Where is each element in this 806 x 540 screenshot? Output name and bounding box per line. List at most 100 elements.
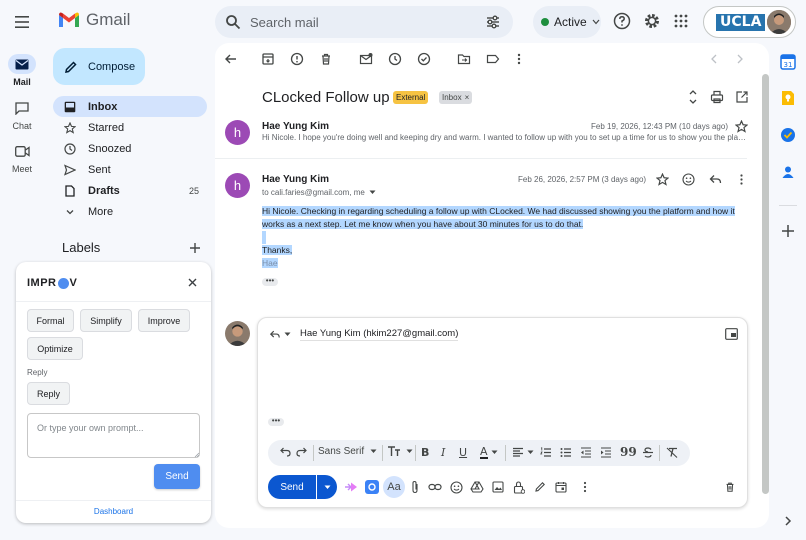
underline-icon[interactable]: U [459, 446, 467, 459]
search-bar[interactable]: Search mail [215, 6, 513, 38]
dashboard-link[interactable]: Dashboard [16, 500, 211, 523]
calendar-icon[interactable]: 31 [780, 54, 796, 70]
keep-icon[interactable] [780, 90, 796, 106]
mark-unread-icon[interactable] [359, 52, 375, 68]
emoji-react-icon[interactable] [682, 173, 695, 186]
help-icon[interactable] [612, 11, 632, 31]
send-button[interactable]: Send [268, 475, 316, 499]
insert-photo-icon[interactable] [491, 480, 505, 494]
text-color-icon[interactable]: A [480, 446, 498, 459]
sender-avatar[interactable]: h [225, 120, 250, 145]
align-icon[interactable] [512, 447, 534, 458]
gear-icon[interactable] [642, 11, 662, 31]
numbered-list-icon[interactable] [540, 447, 552, 458]
tasks-icon[interactable] [780, 127, 796, 143]
extension-arrow-icon[interactable] [344, 480, 358, 494]
star-icon[interactable] [735, 120, 748, 133]
undo-icon[interactable] [280, 446, 291, 457]
nav-item-drafts[interactable]: Drafts 25 [53, 180, 207, 201]
inbox-tag[interactable]: Inbox × [439, 91, 473, 104]
clear-formatting-icon[interactable] [666, 447, 678, 458]
snooze-icon[interactable] [388, 52, 404, 68]
rail-chat[interactable]: Chat [4, 98, 40, 131]
show-trimmed-content-button[interactable]: ••• [262, 277, 278, 286]
newer-chevron-icon[interactable] [707, 52, 723, 68]
compose-button[interactable]: Compose [53, 48, 145, 85]
search-input[interactable]: Search mail [250, 15, 319, 30]
add-label-icon[interactable] [188, 241, 202, 255]
add-task-icon[interactable] [417, 52, 433, 68]
improv-send-button[interactable]: Send [154, 464, 200, 489]
pop-out-icon[interactable] [725, 328, 738, 340]
get-addons-icon[interactable] [780, 223, 796, 239]
main-menu-icon[interactable] [8, 10, 36, 34]
print-icon[interactable] [710, 90, 724, 104]
expand-all-icon[interactable] [686, 89, 700, 105]
reply-type-selector[interactable] [269, 328, 293, 341]
close-icon[interactable] [185, 275, 199, 289]
back-arrow-icon[interactable] [224, 52, 240, 68]
report-spam-icon[interactable] [290, 52, 306, 68]
font-family-select[interactable]: Sans Serif [318, 446, 377, 457]
link-icon[interactable] [428, 480, 442, 494]
quote-icon[interactable]: 99 [620, 445, 637, 459]
status-selector[interactable]: Active [533, 6, 601, 38]
simplify-button[interactable]: Simplify [80, 309, 132, 332]
optimize-button[interactable]: Optimize [27, 337, 83, 360]
discard-draft-icon[interactable] [723, 480, 737, 494]
send-options-button[interactable] [317, 475, 337, 499]
rail-mail[interactable]: Mail [4, 54, 40, 87]
indent-less-icon[interactable] [580, 447, 592, 458]
search-icon[interactable] [225, 14, 241, 30]
nav-item-snoozed[interactable]: Snoozed [53, 138, 207, 159]
trash-icon[interactable] [319, 52, 335, 68]
more-vert-icon[interactable] [735, 173, 748, 186]
account-switcher[interactable]: UCLA [703, 6, 796, 38]
font-size-icon[interactable] [387, 445, 413, 457]
schedule-calendar-icon[interactable] [554, 480, 568, 494]
star-icon[interactable] [656, 173, 669, 186]
redo-icon[interactable] [296, 446, 307, 457]
more-vert-icon[interactable] [578, 480, 592, 494]
reply-arrow-icon[interactable] [709, 173, 722, 186]
improve-button[interactable]: Improve [138, 309, 190, 332]
bulleted-list-icon[interactable] [560, 447, 572, 458]
recipients-line[interactable]: to cali.faries@gmail.com, me [262, 188, 376, 197]
prompt-input[interactable]: Or type your own prompt... [27, 413, 200, 458]
rail-meet[interactable]: Meet [4, 141, 40, 174]
older-chevron-icon[interactable] [733, 52, 749, 68]
indent-more-icon[interactable] [600, 447, 612, 458]
drive-icon[interactable] [470, 480, 484, 494]
show-trimmed-content-button[interactable]: ••• [268, 417, 284, 426]
search-options-icon[interactable] [485, 14, 501, 30]
reply-button[interactable]: Reply [27, 382, 70, 405]
remove-label-icon[interactable]: × [465, 93, 470, 102]
open-new-window-icon[interactable] [735, 90, 749, 104]
confidential-mode-icon[interactable] [512, 480, 526, 494]
move-to-icon[interactable] [457, 52, 473, 68]
archive-icon[interactable] [261, 52, 277, 68]
signature-pen-icon[interactable] [533, 480, 547, 494]
scrollbar[interactable] [762, 74, 769, 494]
italic-icon[interactable]: I [441, 446, 445, 459]
nav-item-sent[interactable]: Sent [53, 159, 207, 180]
sender-avatar[interactable]: h [225, 173, 250, 198]
emoji-icon[interactable] [449, 480, 463, 494]
nav-item-starred[interactable]: Starred [53, 117, 207, 138]
nav-item-more[interactable]: More [53, 201, 207, 222]
sender-name[interactable]: Hae Yung Kim [262, 121, 329, 132]
contacts-icon[interactable] [780, 164, 796, 180]
more-vert-icon[interactable] [512, 52, 528, 68]
bold-icon[interactable]: B [421, 446, 429, 459]
sender-name[interactable]: Hae Yung Kim [262, 174, 329, 185]
nav-item-inbox[interactable]: Inbox [53, 96, 207, 117]
formatting-options-icon[interactable]: Aa [383, 476, 405, 498]
gmail-logo[interactable]: Gmail [58, 10, 130, 30]
strikethrough-icon[interactable] [642, 447, 654, 458]
label-icon[interactable] [486, 52, 502, 68]
recipient-chip[interactable]: Hae Yung Kim (hkim227@gmail.com) [300, 328, 459, 341]
attach-icon[interactable] [408, 480, 422, 494]
show-side-panel-icon[interactable] [780, 513, 796, 529]
apps-grid-icon[interactable] [671, 11, 691, 31]
resize-handle-icon[interactable] [194, 452, 200, 458]
